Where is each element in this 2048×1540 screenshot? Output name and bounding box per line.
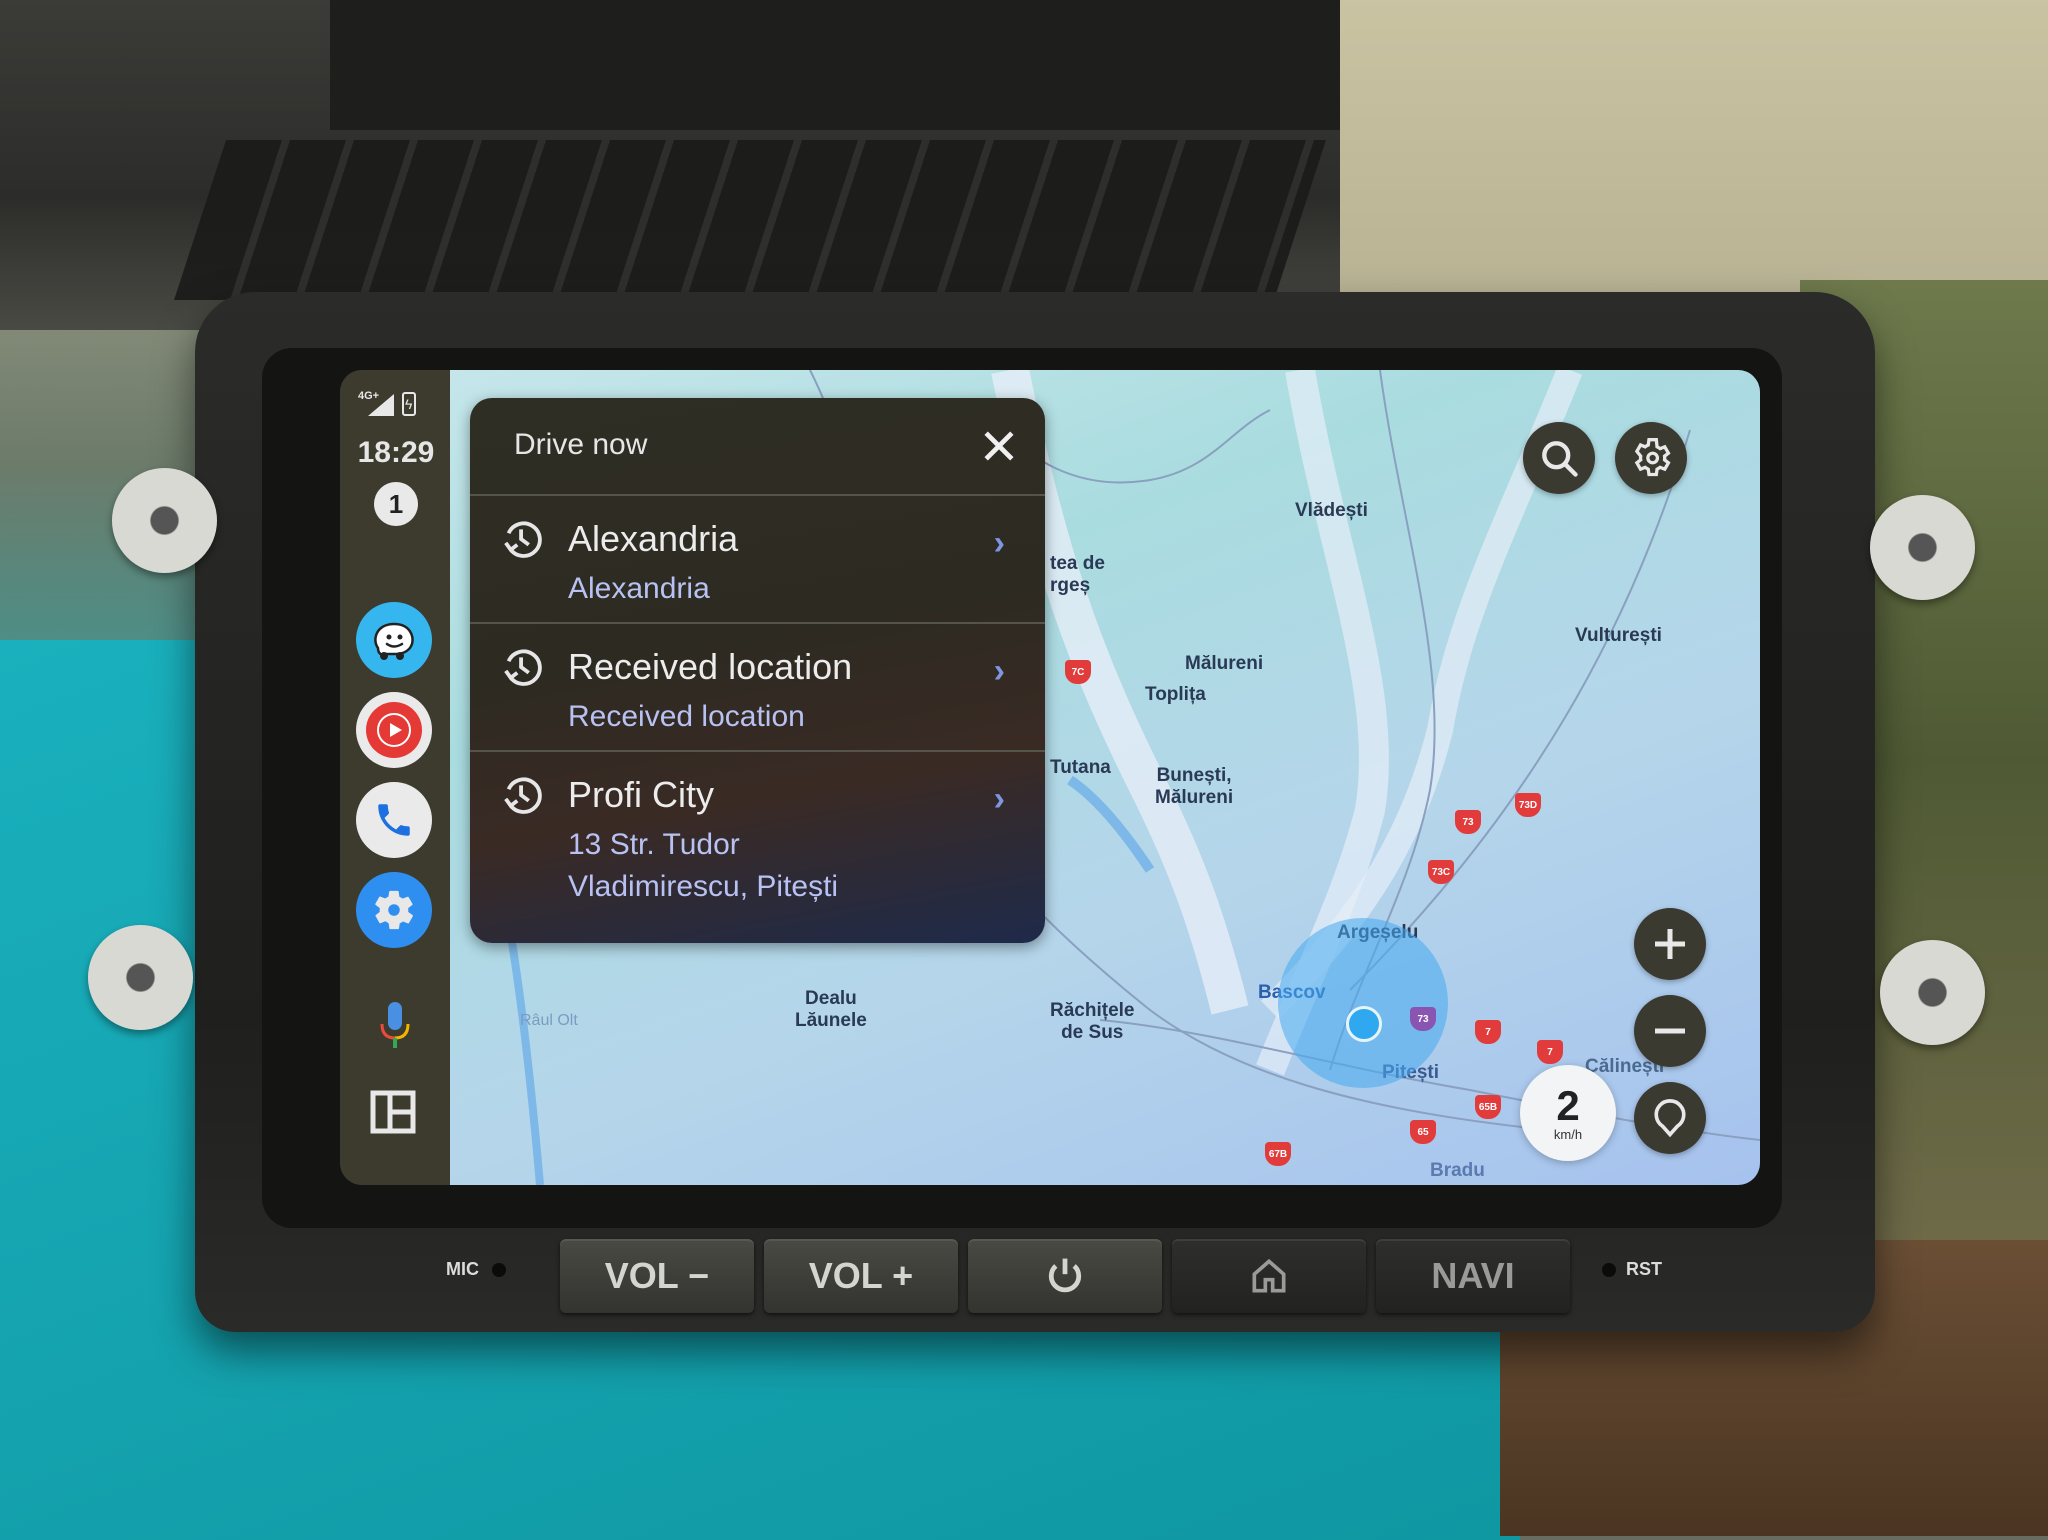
history-icon <box>504 777 542 814</box>
destination-subtitle: Received location <box>568 700 805 733</box>
mount-bracket <box>1870 495 1975 600</box>
reset-hole[interactable] <box>1602 1263 1616 1277</box>
laptop-screen-edge <box>330 0 1340 130</box>
map-place-label: Vulturești <box>1575 625 1662 646</box>
location-accuracy-halo <box>1278 918 1448 1088</box>
phone-icon <box>378 804 410 836</box>
android-auto-rail: 4G+ 18:29 1 <box>340 370 450 1185</box>
drive-now-header: Drive now <box>470 398 1045 496</box>
clock: 18:29 <box>357 436 435 469</box>
location-pin-icon <box>1654 1099 1686 1138</box>
current-location-marker <box>1346 1006 1382 1042</box>
destination-subtitle: 13 Str. Tudor Vladimirescu, Pitești <box>568 828 839 903</box>
laptop-background <box>0 0 1380 330</box>
waze-icon <box>374 622 414 660</box>
layout-grid-icon[interactable] <box>370 1090 416 1134</box>
road-shield: 73 <box>1455 810 1481 834</box>
chevron-right-icon: › <box>993 780 1005 818</box>
road-shield: 73C <box>1428 860 1454 884</box>
map-search-button[interactable] <box>1523 422 1595 494</box>
map-place-label: Răchițele de Sus <box>1050 1000 1135 1043</box>
destination-row[interactable]: Alexandria Alexandria › <box>470 496 1045 624</box>
map-place-label: tea de rgeș <box>1050 553 1105 596</box>
power-button[interactable] <box>968 1239 1162 1313</box>
road-shield: 73D <box>1515 793 1541 817</box>
settings-app-button[interactable] <box>356 872 432 948</box>
youtube-music-icon <box>366 702 422 758</box>
close-icon[interactable] <box>977 424 1021 468</box>
settings-gear-icon <box>375 890 413 930</box>
road-shield: 7C <box>1065 660 1091 684</box>
map-place-label: Mălureni <box>1185 653 1264 674</box>
speed-value: 2 <box>1556 1081 1580 1129</box>
battery-charging-icon <box>402 392 416 416</box>
plus-icon <box>1655 929 1685 959</box>
laptop-keyboard <box>174 140 1326 300</box>
map-place-label: Râul Olt <box>520 1012 578 1029</box>
chevron-right-icon: › <box>993 524 1005 562</box>
mount-bracket <box>88 925 193 1030</box>
rst-label: RST <box>1626 1259 1662 1279</box>
microphone-icon[interactable] <box>378 1000 412 1050</box>
map-place-label: Bradu <box>1430 1160 1485 1181</box>
road-shield: 7 <box>1537 1040 1563 1064</box>
waze-app-button[interactable] <box>356 602 432 678</box>
map-place-label: Vlădești <box>1295 500 1368 521</box>
map-place-label: Dealu Lăunele <box>795 988 867 1031</box>
road-shield: 65B <box>1475 1095 1501 1119</box>
zoom-out-button[interactable] <box>1634 995 1706 1067</box>
navi-button[interactable]: NAVI <box>1376 1239 1570 1313</box>
road-shield: 65 <box>1410 1120 1436 1144</box>
mic-hole <box>492 1263 506 1277</box>
recenter-button[interactable] <box>1634 1082 1706 1154</box>
notification-badge[interactable]: 1 <box>374 482 418 526</box>
mic-label: MIC <box>446 1259 479 1279</box>
history-icon <box>504 521 542 558</box>
map-place-label: Toplița <box>1145 684 1206 705</box>
hardware-button-strip: MIC VOL − VOL + NAVI RST <box>430 1235 1690 1315</box>
power-icon <box>1048 1258 1082 1293</box>
destination-title: Alexandria <box>568 518 739 559</box>
destination-subtitle: Alexandria <box>568 572 710 605</box>
phone-app-button[interactable] <box>356 782 432 858</box>
destination-row[interactable]: Received location Received location › <box>470 624 1045 752</box>
road-shield: 73 <box>1410 1007 1436 1031</box>
speed-unit: km/h <box>1553 1126 1583 1142</box>
destination-title: Received location <box>568 646 853 687</box>
destination-row[interactable]: Profi City 13 Str. Tudor Vladimirescu, P… <box>470 752 1045 943</box>
map-place-label: Tutana <box>1050 757 1111 778</box>
speedometer: 2 km/h <box>1520 1065 1616 1161</box>
mount-bracket <box>112 468 217 573</box>
youtube-music-app-button[interactable] <box>356 692 432 768</box>
map-settings-button[interactable] <box>1615 422 1687 494</box>
gear-icon <box>1634 438 1671 477</box>
volume-down-button[interactable]: VOL − <box>560 1239 754 1313</box>
map-place-label: Bunești, Mălureni <box>1155 765 1234 808</box>
minus-icon <box>1655 1028 1685 1034</box>
home-button[interactable] <box>1172 1239 1366 1313</box>
android-auto-display: 4G+ 18:29 1 <box>340 370 1760 1185</box>
road-shield: 67B <box>1265 1142 1291 1166</box>
volume-up-button[interactable]: VOL + <box>764 1239 958 1313</box>
zoom-in-button[interactable] <box>1634 908 1706 980</box>
status-bar: 4G+ <box>358 390 416 416</box>
mount-bracket <box>1880 940 1985 1045</box>
chevron-right-icon: › <box>993 652 1005 690</box>
history-icon <box>504 649 542 686</box>
cellular-signal-icon: 4G+ <box>358 390 394 416</box>
drive-now-panel: Drive now Alexandria Alexandria › Receiv… <box>470 398 1045 943</box>
destination-title: Profi City <box>568 774 715 815</box>
drive-now-title: Drive now <box>514 428 648 461</box>
road-shield: 7 <box>1475 1020 1501 1044</box>
home-icon <box>1252 1258 1286 1293</box>
search-icon <box>1542 441 1578 477</box>
